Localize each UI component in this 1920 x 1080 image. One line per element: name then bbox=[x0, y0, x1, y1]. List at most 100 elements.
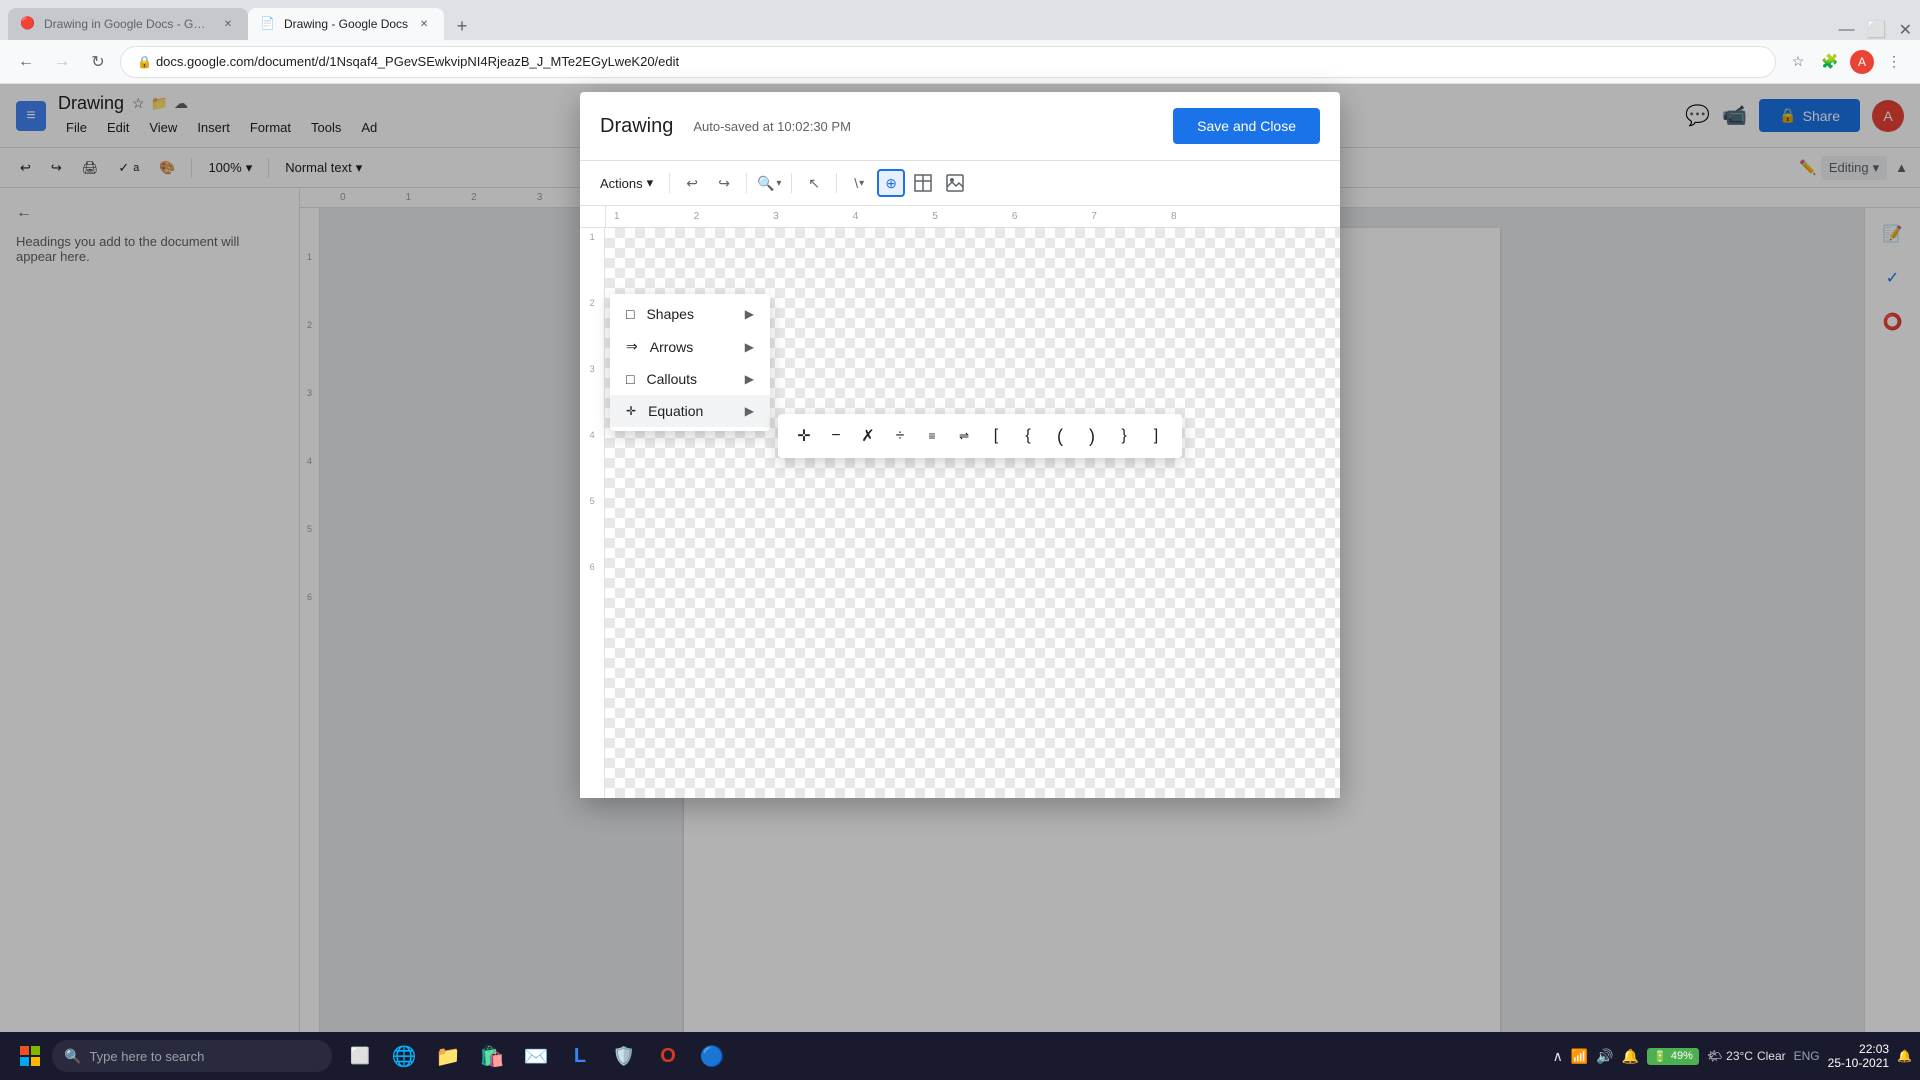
tab1-favicon: 🔴 bbox=[20, 16, 36, 32]
profile-icon[interactable]: A bbox=[1848, 48, 1876, 76]
chrome-taskbar-icon[interactable]: 🔵 bbox=[692, 1036, 732, 1076]
eq-minus[interactable]: − bbox=[822, 422, 850, 450]
eq-paren1[interactable]: ( bbox=[1046, 422, 1074, 450]
eq-times[interactable]: ✗ bbox=[854, 422, 882, 450]
eq-brace1[interactable]: { bbox=[1014, 422, 1042, 450]
sound-icon[interactable]: 🔊 bbox=[1596, 1048, 1613, 1065]
network-icon[interactable]: 📶 bbox=[1571, 1048, 1588, 1065]
battery-percent: 49% bbox=[1671, 1050, 1693, 1062]
equation-label: Equation bbox=[648, 403, 703, 419]
v-ruler-3: 3 bbox=[590, 364, 595, 374]
image-tool[interactable] bbox=[941, 169, 969, 197]
battery-indicator: 🔋 49% bbox=[1647, 1048, 1699, 1065]
clock-display[interactable]: 22:03 25-10-2021 bbox=[1828, 1042, 1889, 1070]
eq-bracket1[interactable]: [ bbox=[982, 422, 1010, 450]
select-tool[interactable]: ↖ bbox=[800, 169, 828, 197]
address-bar[interactable]: 🔒 docs.google.com/document/d/1Nsqaf4_PGe… bbox=[120, 46, 1776, 78]
ruler-mark-6: 6 bbox=[1012, 211, 1018, 222]
actions-menu[interactable]: Actions ▾ bbox=[592, 171, 661, 195]
tab1-close[interactable]: ✕ bbox=[220, 16, 236, 32]
drawing-dialog-overlay: Drawing Auto-saved at 10:02:30 PM Save a… bbox=[0, 84, 1920, 1080]
weather-display: 🌤 23°C Clear bbox=[1707, 1049, 1786, 1063]
taskview-button[interactable]: ⬜ bbox=[340, 1036, 380, 1076]
tab2-favicon: 📄 bbox=[260, 16, 276, 32]
shapes-icon: □ bbox=[626, 306, 634, 322]
forward-button[interactable]: → bbox=[48, 48, 76, 76]
chevron-up-icon[interactable]: ∧ bbox=[1553, 1048, 1563, 1065]
actions-chevron: ▾ bbox=[647, 175, 654, 191]
language-text: ENG bbox=[1794, 1049, 1820, 1063]
close-button[interactable]: ✕ bbox=[1899, 20, 1912, 40]
shapes-dropdown: □ Shapes ▶ ⇒ Arrows ▶ □ Callouts ▶ ✛ Equ… bbox=[610, 294, 770, 431]
eq-divide[interactable]: ÷ bbox=[886, 422, 914, 450]
arrows-item[interactable]: ⇒ Arrows ▶ bbox=[610, 330, 770, 363]
ruler-mark-1: 1 bbox=[614, 211, 620, 222]
mail-icon[interactable]: ✉️ bbox=[516, 1036, 556, 1076]
eq-brace2[interactable]: } bbox=[1110, 422, 1138, 450]
ruler-mark-3: 3 bbox=[773, 211, 779, 222]
ruler-mark-5: 5 bbox=[932, 211, 938, 222]
browser-tab-1[interactable]: 🔴 Drawing in Google Docs - Goog... ✕ bbox=[8, 8, 248, 40]
refresh-button[interactable]: ↻ bbox=[84, 48, 112, 76]
ruler-mark-7: 7 bbox=[1091, 211, 1097, 222]
browser-tab-2[interactable]: 📄 Drawing - Google Docs ✕ bbox=[248, 8, 444, 40]
lens-icon[interactable]: L bbox=[560, 1036, 600, 1076]
dialog-undo[interactable]: ↩ bbox=[678, 169, 706, 197]
menu-icon[interactable]: ⋮ bbox=[1880, 48, 1908, 76]
new-tab-button[interactable]: + bbox=[448, 12, 476, 40]
date: 25-10-2021 bbox=[1828, 1056, 1889, 1070]
browser-toolbar: ← → ↻ 🔒 docs.google.com/document/d/1Nsqa… bbox=[0, 40, 1920, 84]
line-tool[interactable]: \ ▾ bbox=[845, 169, 873, 197]
dialog-redo[interactable]: ↪ bbox=[710, 169, 738, 197]
eq-bracket2[interactable]: ] bbox=[1142, 422, 1170, 450]
start-button[interactable] bbox=[8, 1034, 52, 1078]
equation-submenu: ✛ − ✗ ÷ ≡ ⇌ [ { ( ) } ] bbox=[778, 414, 1182, 458]
notification-icon[interactable]: 🔔 bbox=[1622, 1048, 1639, 1065]
maximize-button[interactable]: ⬜ bbox=[1867, 20, 1887, 40]
back-button[interactable]: ← bbox=[12, 48, 40, 76]
weather-condition: Clear bbox=[1757, 1049, 1786, 1063]
toolbar-sep-4 bbox=[836, 173, 837, 193]
eq-arrows[interactable]: ⇌ bbox=[950, 422, 978, 450]
equation-chevron: ▶ bbox=[745, 404, 754, 418]
shape-tool[interactable]: ⊕ bbox=[877, 169, 905, 197]
dialog-toolbar: Actions ▾ ↩ ↪ 🔍 ▾ ↖ \ ▾ ⊕ bbox=[580, 161, 1340, 206]
toolbar-sep-3 bbox=[791, 173, 792, 193]
callouts-item[interactable]: □ Callouts ▶ bbox=[610, 363, 770, 395]
autosave-text: Auto-saved at 10:02:30 PM bbox=[693, 119, 851, 134]
shapes-item[interactable]: □ Shapes ▶ bbox=[610, 298, 770, 330]
callouts-label: Callouts bbox=[646, 371, 697, 387]
callouts-icon: □ bbox=[626, 371, 634, 387]
shape-tool-icon: ⊕ bbox=[885, 175, 897, 192]
store-icon[interactable]: 🛍️ bbox=[472, 1036, 512, 1076]
browser-tabs: 🔴 Drawing in Google Docs - Goog... ✕ 📄 D… bbox=[0, 0, 1920, 40]
tab2-close[interactable]: ✕ bbox=[416, 16, 432, 32]
extensions-icon[interactable]: 🧩 bbox=[1816, 48, 1844, 76]
edge-browser-icon[interactable]: 🌐 bbox=[384, 1036, 424, 1076]
file-explorer-icon[interactable]: 📁 bbox=[428, 1036, 468, 1076]
taskbar-app-icons: ⬜ 🌐 📁 🛍️ ✉️ L 🛡️ O 🔵 bbox=[340, 1036, 732, 1076]
save-close-button[interactable]: Save and Close bbox=[1173, 108, 1320, 144]
mcafee-icon[interactable]: 🛡️ bbox=[604, 1036, 644, 1076]
eq-paren2[interactable]: ) bbox=[1078, 422, 1106, 450]
toolbar-sep-2 bbox=[746, 173, 747, 193]
notifications-button[interactable]: 🔔 bbox=[1897, 1049, 1912, 1063]
table-tool[interactable] bbox=[909, 169, 937, 197]
bookmark-icon[interactable]: ☆ bbox=[1784, 48, 1812, 76]
arrows-label: Arrows bbox=[650, 339, 694, 355]
search-icon: 🔍 bbox=[64, 1048, 81, 1065]
eq-plus[interactable]: ✛ bbox=[790, 422, 818, 450]
zoom-button[interactable]: 🔍 ▾ bbox=[755, 169, 783, 197]
browser-toolbar-icons: ☆ 🧩 A ⋮ bbox=[1784, 48, 1908, 76]
v-ruler-2: 2 bbox=[590, 298, 595, 308]
eq-equiv[interactable]: ≡ bbox=[918, 422, 946, 450]
equation-item[interactable]: ✛ Equation ▶ bbox=[610, 395, 770, 427]
table-icon bbox=[914, 174, 932, 192]
v-ruler-6: 6 bbox=[590, 562, 595, 572]
ruler-mark-8: 8 bbox=[1171, 211, 1177, 222]
taskbar-search-box[interactable]: 🔍 Type here to search bbox=[52, 1040, 332, 1072]
line-chevron: ▾ bbox=[859, 178, 864, 189]
minimize-button[interactable]: — bbox=[1839, 21, 1855, 39]
dialog-title: Drawing bbox=[600, 115, 673, 138]
office-icon[interactable]: O bbox=[648, 1036, 688, 1076]
